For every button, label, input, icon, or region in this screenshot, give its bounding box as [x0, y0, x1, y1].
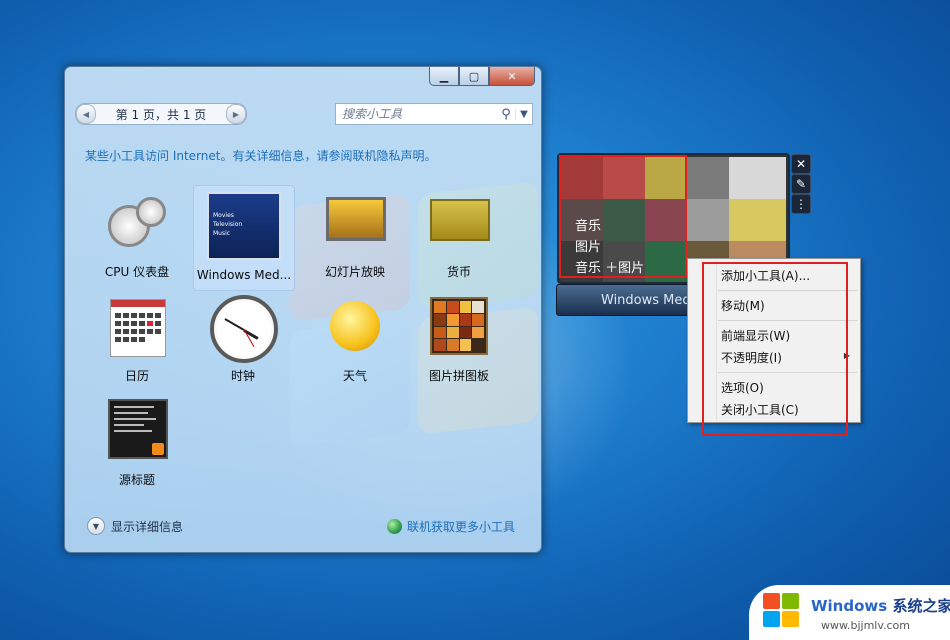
feed-headlines-icon [102, 399, 172, 463]
gadget-label: 图片拼图板 [428, 369, 489, 383]
watermark-brand: Windows 系统之家 [811, 597, 950, 615]
calendar-icon [102, 295, 172, 359]
site-watermark: Windows 系统之家 www.bjjmlv.com [749, 585, 950, 640]
privacy-notice-link[interactable]: 某些小工具访问 Internet。有关详细信息，请参阅联机隐私声明。 [85, 147, 436, 164]
search-input[interactable] [336, 106, 497, 122]
windows-logo-icon [763, 593, 803, 631]
close-gadget-icon[interactable]: ✕ [791, 154, 811, 174]
weather-icon [320, 295, 390, 359]
gadget-feed-headlines[interactable]: 源标题 [87, 393, 187, 497]
gadget-picture-puzzle[interactable]: 图片拼图板 [409, 289, 509, 393]
gadget-gallery-window: ▁ ▢ ✕ ◀ 第 1 页，共 1 页 ▶ ⚲ ▼ 某些小工具访问 Intern… [64, 66, 542, 553]
slideshow-icon [320, 191, 390, 255]
chevron-down-icon: ▼ [87, 517, 105, 535]
highlight-box-menu [702, 262, 848, 436]
show-details-toggle[interactable]: ▼ 显示详细信息 [87, 517, 183, 535]
gadget-slideshow[interactable]: 幻灯片放映 [305, 185, 405, 289]
gadget-clock[interactable]: 时钟 [193, 289, 293, 393]
search-box: ⚲ ▼ [335, 103, 533, 125]
page-indicator: 第 1 页，共 1 页 [115, 107, 207, 122]
gadget-label: 幻灯片放映 [324, 265, 385, 279]
gadget-weather[interactable]: 天气 [305, 289, 405, 393]
wrench-icon[interactable]: ✎ [791, 174, 811, 194]
search-icon[interactable]: ⚲ [497, 107, 515, 122]
show-details-label: 显示详细信息 [111, 519, 184, 534]
picture-puzzle-icon [424, 295, 494, 359]
minimize-button[interactable]: ▁ [429, 67, 459, 86]
maximize-button[interactable]: ▢ [459, 67, 489, 86]
gadget-calendar[interactable]: 日历 [87, 289, 187, 393]
next-page-icon[interactable]: ▶ [226, 104, 246, 124]
gadget-label: 源标题 [118, 473, 155, 487]
gadget-label: Windows Med... [196, 268, 292, 282]
clock-icon [208, 295, 278, 363]
media-center-icon: Movies Television Music [207, 192, 281, 260]
previous-page-icon[interactable]: ◀ [76, 104, 96, 124]
watermark-url: www.bjjmlv.com [821, 619, 910, 632]
page-navigator: ◀ 第 1 页，共 1 页 ▶ [75, 103, 247, 125]
get-more-gadgets-link[interactable]: 联机获取更多小工具 [386, 518, 515, 535]
gadget-label: 日历 [124, 369, 149, 383]
gadget-label: 货币 [446, 265, 471, 279]
gadget-currency[interactable]: 货币 [409, 185, 509, 289]
get-more-label: 联机获取更多小工具 [406, 520, 515, 534]
gadget-cpu-meter[interactable]: CPU 仪表盘 [87, 185, 187, 289]
window-controls: ▁ ▢ ✕ [429, 67, 535, 86]
globe-icon [386, 519, 402, 534]
close-button[interactable]: ✕ [489, 67, 535, 86]
media-center-title-bar: Windows Media Center [556, 284, 706, 316]
currency-icon [424, 191, 494, 255]
chevron-down-icon[interactable]: ▼ [515, 108, 532, 120]
gadget-label: 天气 [342, 369, 367, 383]
gadget-label: CPU 仪表盘 [104, 265, 170, 279]
drag-handle-icon[interactable]: ⋮ [791, 194, 811, 214]
gadget-media-center[interactable]: Movies Television Music Windows Med... [193, 185, 295, 291]
cpu-meter-icon [102, 191, 172, 255]
gadget-label: 时钟 [230, 369, 255, 383]
highlight-box-gadget [559, 155, 687, 278]
